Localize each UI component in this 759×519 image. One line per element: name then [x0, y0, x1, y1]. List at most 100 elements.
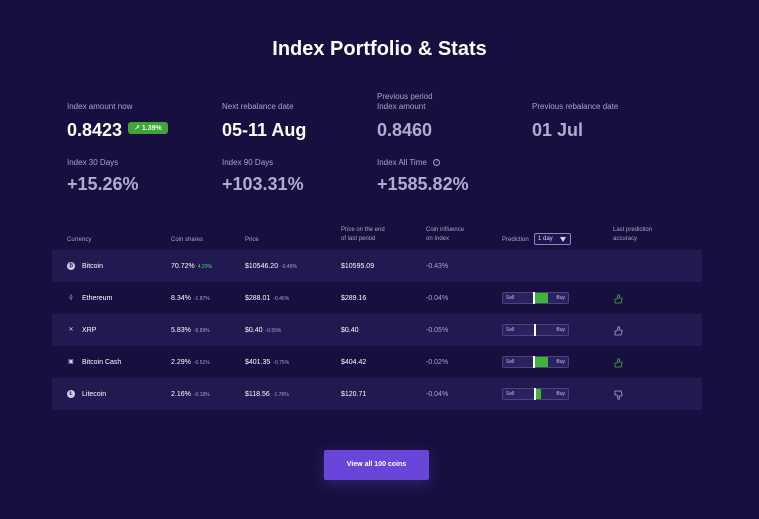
stat-next-rebalance: Next rebalance date 05-11 Aug	[222, 102, 306, 141]
buy-label: Buy	[556, 391, 565, 397]
share-value: 70.72%	[171, 263, 195, 270]
stat-label: Previous rebalance date	[532, 102, 619, 111]
stat-label-line1: Previous period	[377, 92, 433, 101]
prediction-handle[interactable]	[534, 388, 536, 400]
buy-label: Buy	[556, 359, 565, 365]
thumbs-up-icon	[613, 292, 623, 304]
header-price-end-line1: Price on the end	[341, 227, 385, 233]
prediction-slider[interactable]: Sell Buy	[502, 324, 569, 336]
price-change: -0.75%	[273, 360, 290, 366]
header-accuracy: Last prediction accuracy	[613, 226, 652, 244]
header-price-end: Price on the end of last period	[341, 226, 385, 244]
coin-influence: -0.05%	[426, 327, 449, 334]
price-change: -0.46%	[281, 264, 297, 270]
header-currency: Currency	[67, 237, 92, 243]
share-value: 2.16%	[171, 391, 191, 398]
coin-share: 2.16% -0.19%	[171, 390, 210, 400]
price-value: $0.40	[245, 327, 263, 334]
price-value: $288.01	[245, 295, 271, 302]
prediction-fill	[534, 293, 548, 303]
coin-price-end: $120.71	[341, 391, 367, 398]
stat-label: Index 30 Days	[67, 158, 119, 167]
coin-influence: -0.02%	[426, 359, 449, 366]
table-row[interactable]: Ł Litecoin 2.16% -0.19% $118.56 -1.78% $12…	[52, 378, 702, 410]
coin-price: $10546.20 -0.46%	[245, 262, 297, 272]
table-row[interactable]: ⟠ Ethereum 8.34% -1.87% $288.01 -0.46% $28…	[52, 282, 702, 314]
stat-value: +15.26%	[67, 174, 139, 194]
stat-index-all: Index All Time? +1585.82%	[377, 158, 469, 195]
stat-value: 01 Jul	[532, 120, 584, 140]
share-change: -0.51%	[193, 360, 210, 366]
coin-price: $401.35 -0.75%	[245, 358, 289, 368]
ethereum-icon: ⟠	[69, 295, 73, 301]
prediction-fill	[536, 389, 541, 399]
coin-name: Ethereum	[82, 295, 113, 302]
share-change: 4.20%	[197, 264, 212, 270]
stat-value: 0.8423 ↗ 1.39%	[67, 120, 168, 141]
stat-index-amount-now: Index amount now 0.8423 ↗ 1.39%	[67, 102, 168, 141]
price-change: -0.55%	[265, 328, 282, 334]
stat-value: +103.31%	[222, 174, 304, 194]
litecoin-icon: Ł	[67, 390, 75, 398]
header-price-end-line2: of last period	[341, 236, 376, 242]
xrp-icon: ✕	[68, 327, 74, 333]
prediction-handle[interactable]	[534, 324, 536, 336]
thumbs-up-icon	[613, 356, 623, 368]
coin-price: $0.40 -0.55%	[245, 326, 281, 336]
share-change: -0.19%	[193, 392, 210, 398]
info-icon[interactable]: ?	[432, 159, 440, 167]
coin-name: Bitcoin	[82, 263, 104, 270]
prediction-handle[interactable]	[533, 292, 535, 304]
stat-previous-rebalance: Previous rebalance date 01 Jul	[532, 102, 618, 141]
share-value: 2.29%	[171, 359, 191, 366]
table-row[interactable]: ▣ Bitcoin Cash 2.29% -0.51% $401.35 -0.75%…	[52, 346, 702, 378]
coin-price-end: $289.16	[341, 295, 367, 302]
buy-label: Buy	[556, 327, 565, 333]
buy-label: Buy	[556, 295, 565, 301]
header-influence-line1: Coin influence	[426, 227, 465, 233]
prediction-slider[interactable]: Sell Buy	[502, 292, 569, 304]
coin-price-end: $10595.09	[341, 263, 375, 270]
share-value: 8.34%	[171, 295, 191, 302]
header-prediction: Prediction	[502, 237, 529, 243]
price-value: $401.35	[245, 359, 271, 366]
stat-label: Index 90 Days	[222, 158, 274, 167]
prediction-handle[interactable]	[533, 356, 535, 368]
coin-name: XRP	[82, 327, 97, 334]
prediction-period-value: 1 day	[538, 236, 553, 242]
table-row[interactable]: ✕ XRP 5.83% -5.89% $0.40 -0.55% $0.40 -0.0…	[52, 314, 702, 346]
sell-label: Sell	[506, 327, 515, 333]
view-all-coins-button[interactable]: View all 100 coins	[324, 450, 429, 480]
stat-value: 05-11 Aug	[222, 120, 307, 140]
header-price: Price	[245, 237, 259, 243]
coin-price: $118.56 -1.78%	[245, 390, 289, 400]
table-row[interactable]: ₿ Bitcoin 70.72% 4.20% $10546.20 -0.46% $1…	[52, 250, 702, 282]
price-value: $10546.20	[245, 263, 279, 270]
bitcoin-icon: ₿	[67, 262, 75, 270]
stat-previous-period: Previous period Index amount 0.8460	[377, 92, 433, 141]
prediction-slider[interactable]: Sell Buy	[502, 388, 569, 400]
share-change: -1.87%	[193, 296, 210, 302]
price-change: -1.78%	[272, 392, 289, 398]
prediction-period-select[interactable]: 1 day	[534, 233, 571, 245]
header-coin-shares: Coin shares	[171, 237, 204, 243]
bitcoin-cash-icon: ▣	[68, 359, 74, 365]
price-value: $118.56	[245, 391, 270, 398]
coin-price: $288.01 -0.46%	[245, 294, 289, 304]
page-title: Index Portfolio & Stats	[272, 38, 487, 60]
prediction-slider[interactable]: Sell Buy	[502, 356, 569, 368]
coin-share: 2.29% -0.51%	[171, 358, 210, 368]
header-accuracy-line1: Last prediction	[613, 227, 653, 233]
stat-index-90: Index 90 Days +103.31%	[222, 158, 304, 195]
share-value: 5.83%	[171, 327, 191, 334]
stat-index-30: Index 30 Days +15.26%	[67, 158, 139, 195]
table-header: Currency Coin shares Price Price on the …	[52, 226, 702, 248]
coin-share: 70.72% 4.20%	[171, 262, 212, 272]
price-change: -0.46%	[273, 296, 290, 302]
header-influence: Coin influence on Index	[426, 226, 464, 244]
prediction-fill	[534, 357, 548, 367]
sell-label: Sell	[506, 391, 515, 397]
coin-influence: -0.04%	[426, 391, 449, 398]
coin-influence: -0.43%	[426, 263, 449, 270]
coin-price-end: $0.40	[341, 327, 359, 334]
